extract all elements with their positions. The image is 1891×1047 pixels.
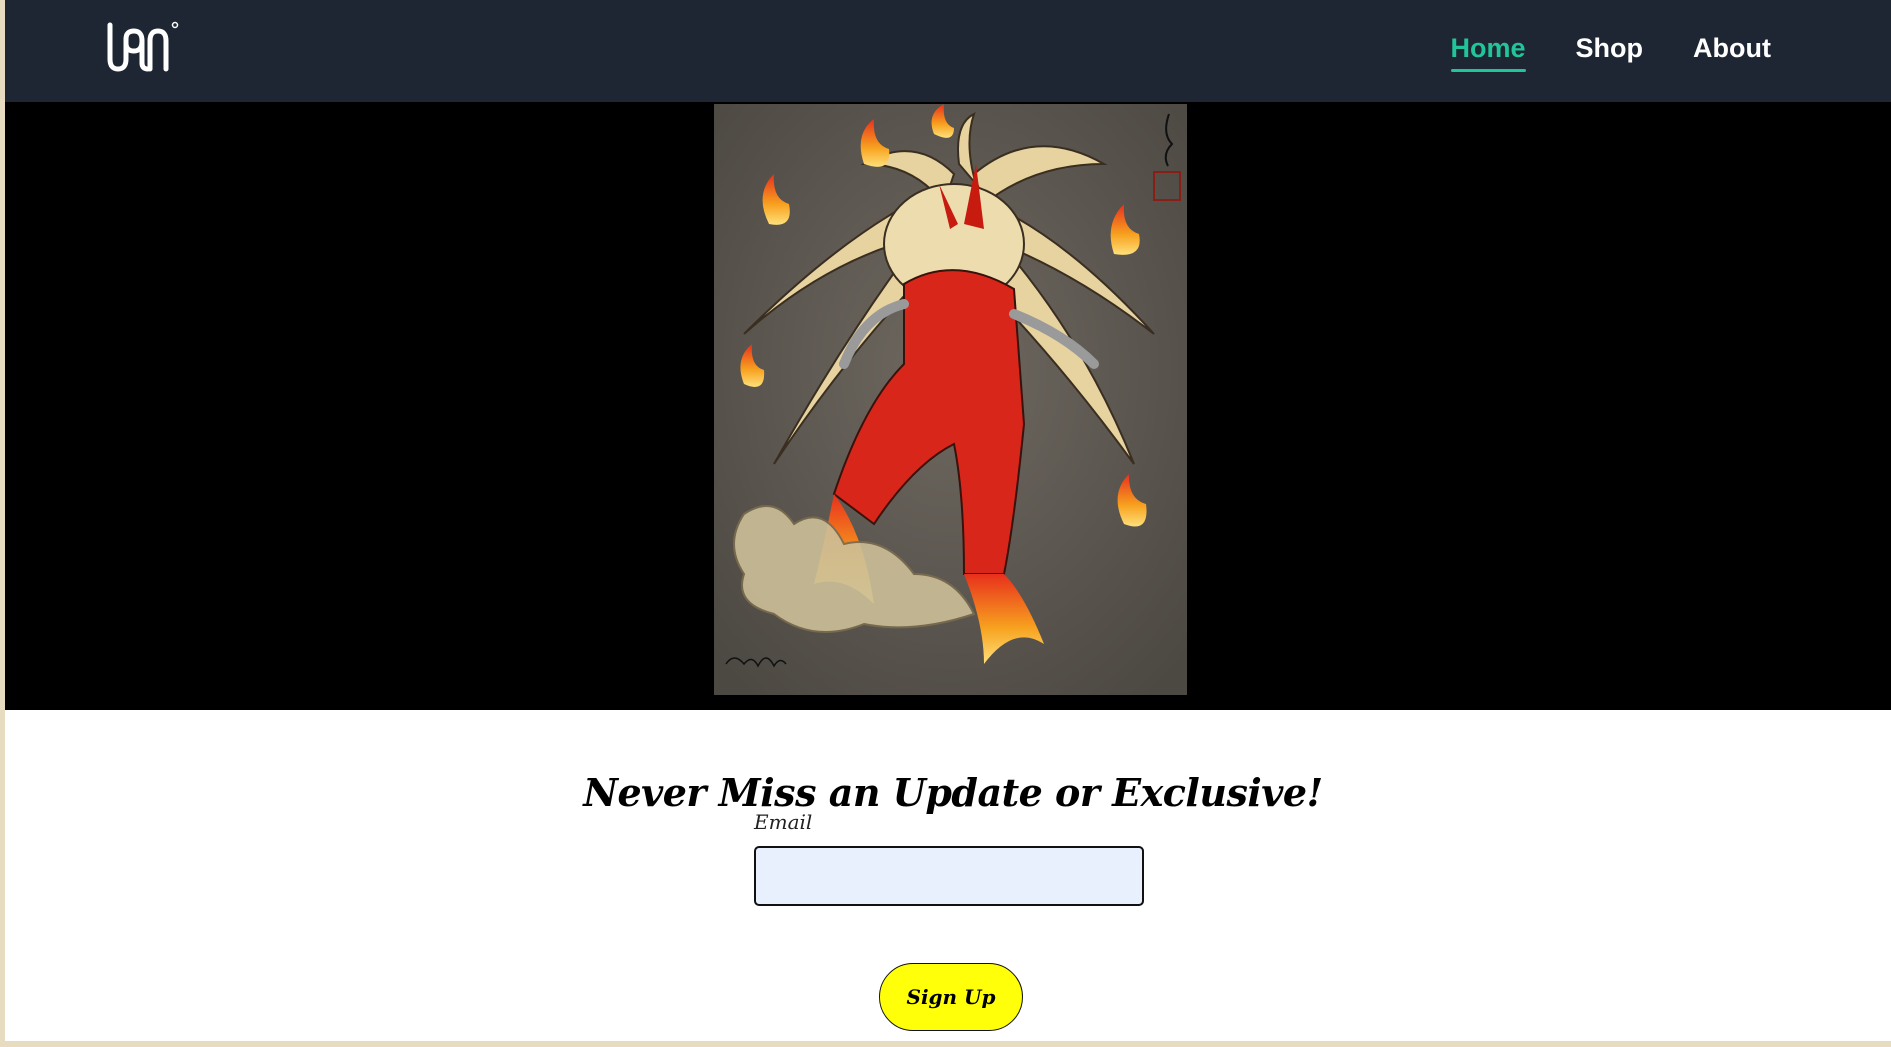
fire-yokai-artwork-icon: [714, 104, 1187, 695]
logo-icon[interactable]: [104, 19, 180, 75]
email-input[interactable]: [754, 846, 1144, 906]
nav-shop-link[interactable]: Shop: [1576, 33, 1644, 70]
top-navbar: Home Shop About: [5, 0, 1891, 102]
email-label: Email: [754, 810, 813, 834]
hero-banner: [5, 102, 1891, 710]
signup-title: Never Miss an Update or Exclusive!: [583, 769, 1323, 815]
main-nav: Home Shop About: [1450, 0, 1771, 102]
nav-about-link[interactable]: About: [1693, 33, 1771, 70]
hero-artwork-image: [714, 104, 1187, 695]
sign-up-button[interactable]: Sign Up: [879, 963, 1023, 1031]
page: Home Shop About Never Miss an Update or …: [5, 0, 1891, 1041]
nav-home-link[interactable]: Home: [1450, 33, 1526, 72]
